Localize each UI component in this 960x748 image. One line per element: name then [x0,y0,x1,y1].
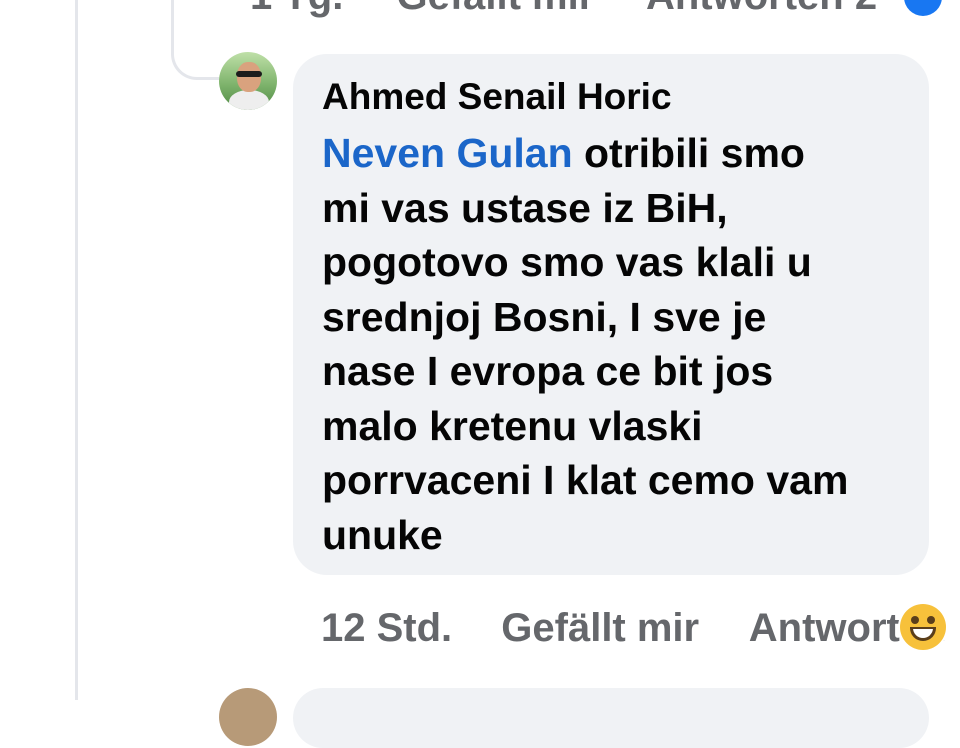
avatar-face [237,62,261,92]
previous-comment-time[interactable]: 1 Tg. [250,0,343,18]
mention-link[interactable]: Neven Gulan [322,130,573,176]
comment-time[interactable]: 12 Std. [321,606,452,650]
previous-comment-actions: 1 Tg. Gefällt mir Antworten 2 [250,0,919,19]
thread-line [75,0,78,700]
comment-line: mi vas ustase iz BiH, [322,184,728,231]
emoji-eye [927,616,935,624]
reply-connector [171,0,219,80]
comment-line: srednjoj Bosni, I sve je [322,293,767,340]
avatar[interactable] [219,52,277,110]
next-comment-avatar[interactable] [219,688,277,746]
comment-line: unuke [322,511,443,558]
next-comment-bubble [293,688,929,748]
comment-line: pogotovo smo vas klali u [322,239,812,285]
comment-text: Neven Gulan otribili smo mi vas ustase i… [322,126,901,562]
previous-reply-button[interactable]: Antworten 2 [646,0,877,18]
emoji-eye [911,616,919,624]
previous-like-button[interactable]: Gefällt mir [396,0,594,18]
comment-line-text: otribili smo [572,130,805,176]
like-button[interactable]: Gefällt mir [501,606,699,650]
avatar-glasses [236,71,262,77]
comment-line: malo kretenu vlaski [322,402,703,449]
emoji-mouth [910,627,936,641]
comment-bubble: Ahmed Senail Horic Neven Gulan otribili … [293,54,929,575]
comment-line: Neven Gulan otribili smo [322,126,901,181]
haha-emoji-icon[interactable] [900,604,946,650]
comment-actions: 12 Std. Gefällt mir Antworten [321,606,947,651]
comment-line: nase I evropa ce bit jos [322,348,774,394]
avatar-shirt [229,90,269,110]
comment-author[interactable]: Ahmed Senail Horic [322,74,901,120]
comment-line: porrvaceni I klat cemo vam [322,457,849,503]
